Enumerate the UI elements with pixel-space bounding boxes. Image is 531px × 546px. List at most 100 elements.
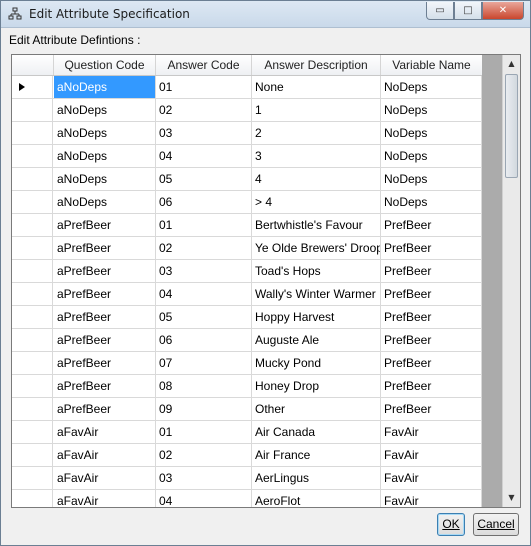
cell-question-code[interactable]: aNoDeps	[54, 122, 156, 144]
table-row[interactable]: aFavAir 01 Air Canada FavAir	[12, 421, 482, 444]
cell-variable-name[interactable]: PrefBeer	[381, 260, 482, 282]
scroll-up-icon[interactable]: ▲	[504, 56, 519, 72]
table-row[interactable]: aFavAir 04 AeroFlot FavAir	[12, 490, 482, 507]
row-header[interactable]	[12, 329, 53, 351]
cell-question-code[interactable]: aPrefBeer	[54, 306, 156, 328]
table-row[interactable]: aPrefBeer 01 Bertwhistle's Favour PrefBeer	[12, 214, 482, 237]
row-header[interactable]	[12, 191, 53, 213]
cell-variable-name[interactable]: NoDeps	[381, 122, 482, 144]
row-header[interactable]	[12, 490, 53, 507]
cell-variable-name[interactable]: PrefBeer	[381, 398, 482, 420]
attribute-grid[interactable]: Question Code Answer Code Answer Descrip…	[11, 54, 521, 508]
cell-answer-code[interactable]: 04	[156, 490, 252, 507]
cell-answer-code[interactable]: 01	[156, 214, 252, 236]
header-corner[interactable]	[12, 55, 54, 75]
cell-variable-name[interactable]: FavAir	[381, 467, 482, 489]
cell-variable-name[interactable]: PrefBeer	[381, 283, 482, 305]
table-row[interactable]: aNoDeps 02 1 NoDeps	[12, 99, 482, 122]
header-variable-name[interactable]: Variable Name	[381, 55, 483, 75]
cell-question-code[interactable]: aFavAir	[54, 490, 156, 507]
cell-variable-name[interactable]: NoDeps	[381, 191, 482, 213]
row-header[interactable]	[12, 352, 53, 374]
table-row[interactable]: aPrefBeer 02 Ye Olde Brewers' Droope PrefBe…	[12, 237, 482, 260]
cell-answer-description[interactable]: 4	[252, 168, 381, 190]
cell-variable-name[interactable]: FavAir	[381, 444, 482, 466]
header-answer-description[interactable]: Answer Description	[252, 55, 381, 75]
table-row[interactable]: aNoDeps 06 > 4 NoDeps	[12, 191, 482, 214]
cell-answer-code[interactable]: 08	[156, 375, 252, 397]
cell-variable-name[interactable]: NoDeps	[381, 76, 482, 98]
cell-question-code[interactable]: aNoDeps	[54, 145, 156, 167]
cell-variable-name[interactable]: PrefBeer	[381, 214, 482, 236]
cell-answer-code[interactable]: 06	[156, 191, 252, 213]
cell-answer-description[interactable]: 3	[252, 145, 381, 167]
cell-answer-description[interactable]: Air Canada	[252, 421, 381, 443]
cell-variable-name[interactable]: PrefBeer	[381, 352, 482, 374]
row-header[interactable]	[12, 444, 53, 466]
table-row[interactable]: aPrefBeer 08 Honey Drop PrefBeer	[12, 375, 482, 398]
cell-question-code[interactable]: aNoDeps	[54, 76, 156, 98]
cell-answer-description[interactable]: Mucky Pond	[252, 352, 381, 374]
cell-answer-code[interactable]: 01	[156, 421, 252, 443]
cell-variable-name[interactable]: NoDeps	[381, 168, 482, 190]
cell-question-code[interactable]: aFavAir	[54, 421, 156, 443]
row-header[interactable]	[12, 467, 53, 489]
table-row[interactable]: aPrefBeer 03 Toad's Hops PrefBeer	[12, 260, 482, 283]
cell-answer-description[interactable]: AerLingus	[252, 467, 381, 489]
cell-answer-description[interactable]: > 4	[252, 191, 381, 213]
row-header[interactable]	[12, 283, 53, 305]
table-row[interactable]: aPrefBeer 05 Hoppy Harvest PrefBeer	[12, 306, 482, 329]
table-row[interactable]: aFavAir 03 AerLingus FavAir	[12, 467, 482, 490]
cell-variable-name[interactable]: FavAir	[381, 490, 482, 507]
cell-answer-description[interactable]: Honey Drop	[252, 375, 381, 397]
cell-question-code[interactable]: aPrefBeer	[54, 260, 156, 282]
cell-question-code[interactable]: aNoDeps	[54, 99, 156, 121]
cell-question-code[interactable]: aFavAir	[54, 467, 156, 489]
cell-question-code[interactable]: aFavAir	[54, 444, 156, 466]
cell-answer-description[interactable]: Auguste Ale	[252, 329, 381, 351]
table-row[interactable]: aNoDeps 05 4 NoDeps	[12, 168, 482, 191]
row-header[interactable]	[12, 421, 53, 443]
cell-question-code[interactable]: aNoDeps	[54, 168, 156, 190]
row-header[interactable]	[12, 145, 53, 167]
table-row[interactable]: aPrefBeer 04 Wally's Winter Warmer PrefBeer	[12, 283, 482, 306]
cell-answer-description[interactable]: Other	[252, 398, 381, 420]
cell-question-code[interactable]: aPrefBeer	[54, 375, 156, 397]
cell-answer-code[interactable]: 07	[156, 352, 252, 374]
cell-answer-code[interactable]: 02	[156, 237, 252, 259]
cell-answer-description[interactable]: 2	[252, 122, 381, 144]
close-button[interactable]: ✕	[482, 2, 524, 20]
row-header[interactable]	[12, 375, 53, 397]
cell-answer-code[interactable]: 02	[156, 99, 252, 121]
cell-answer-code[interactable]: 05	[156, 168, 252, 190]
cell-answer-description[interactable]: Ye Olde Brewers' Droope	[252, 237, 381, 259]
title-bar[interactable]: Edit Attribute Specification ▭ □ ✕	[1, 1, 530, 28]
cell-question-code[interactable]: aPrefBeer	[54, 398, 156, 420]
cell-answer-code[interactable]: 04	[156, 145, 252, 167]
table-row[interactable]: aPrefBeer 06 Auguste Ale PrefBeer	[12, 329, 482, 352]
scroll-down-icon[interactable]: ▼	[504, 490, 519, 506]
row-header[interactable]	[12, 214, 53, 236]
cell-answer-code[interactable]: 03	[156, 260, 252, 282]
cell-variable-name[interactable]: PrefBeer	[381, 306, 482, 328]
cell-answer-code[interactable]: 02	[156, 444, 252, 466]
row-header[interactable]	[12, 398, 53, 420]
row-header[interactable]	[12, 99, 53, 121]
cell-question-code[interactable]: aPrefBeer	[54, 214, 156, 236]
table-row[interactable]: aPrefBeer 09 Other PrefBeer	[12, 398, 482, 421]
ok-button[interactable]: OK	[437, 513, 465, 536]
cell-answer-code[interactable]: 06	[156, 329, 252, 351]
cell-answer-code[interactable]: 04	[156, 283, 252, 305]
cancel-button[interactable]: Cancel	[473, 513, 519, 536]
cell-answer-code[interactable]: 03	[156, 122, 252, 144]
cell-variable-name[interactable]: NoDeps	[381, 99, 482, 121]
table-row[interactable]: aPrefBeer 07 Mucky Pond PrefBeer	[12, 352, 482, 375]
row-header[interactable]	[12, 168, 53, 190]
table-row[interactable]: aFavAir 02 Air France FavAir	[12, 444, 482, 467]
cell-variable-name[interactable]: PrefBeer	[381, 329, 482, 351]
cell-question-code[interactable]: aNoDeps	[54, 191, 156, 213]
cell-variable-name[interactable]: PrefBeer	[381, 237, 482, 259]
header-question-code[interactable]: Question Code	[54, 55, 156, 75]
row-header[interactable]	[12, 306, 53, 328]
cell-answer-code[interactable]: 03	[156, 467, 252, 489]
